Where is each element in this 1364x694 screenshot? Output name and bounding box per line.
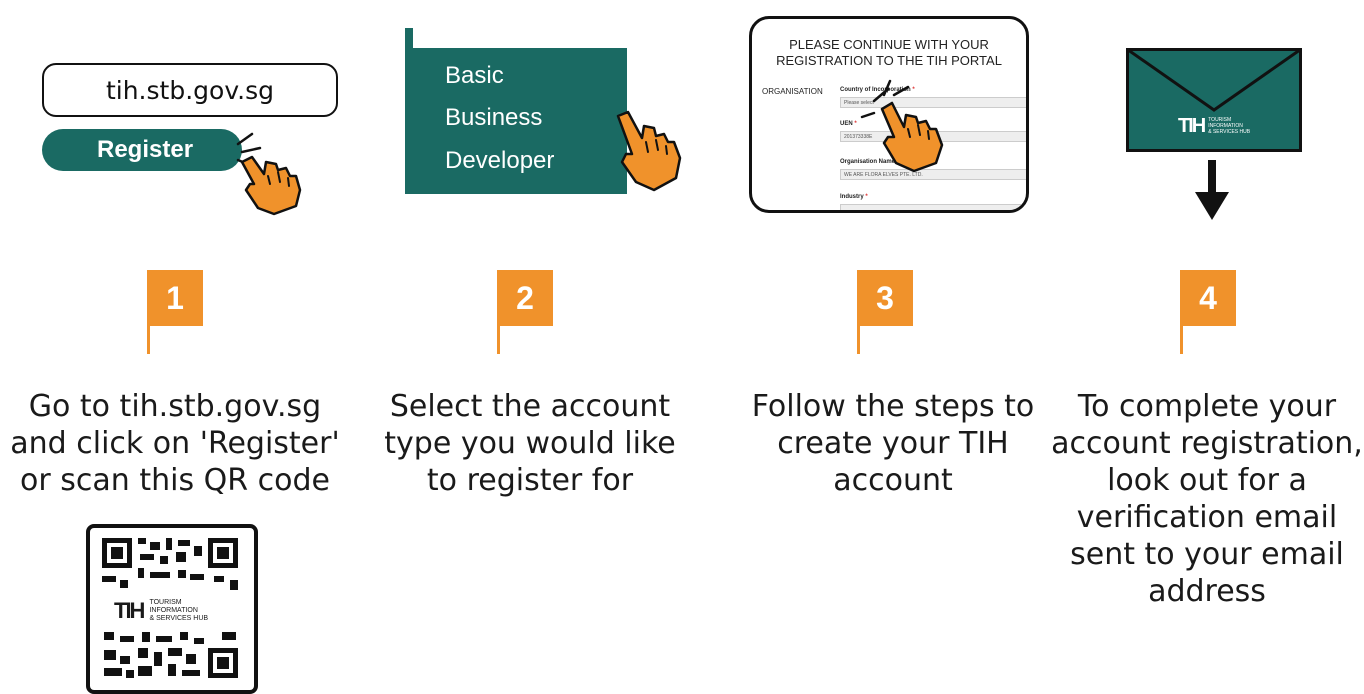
step-2-line: to register for — [426, 463, 634, 498]
tih-logo-line: INFORMATION — [149, 607, 198, 614]
field-label-text: Industry — [840, 194, 864, 200]
step-1-number: 1 — [147, 270, 203, 326]
step-2-text: Select the account type you would like t… — [365, 388, 695, 499]
tih-logo-line: & SERVICES HUB — [149, 615, 209, 622]
portal-title-line: PLEASE CONTINUE WITH YOUR — [789, 37, 989, 52]
tih-logo-text: TOURISM INFORMATION & SERVICES HUB — [1208, 117, 1250, 135]
step-4-line: address — [1148, 574, 1266, 609]
step-3-line: account — [833, 463, 953, 498]
tih-logo-mark: TIH — [1178, 114, 1206, 137]
step-3-line: Follow the steps to — [751, 389, 1035, 424]
industry-field[interactable] — [840, 204, 1026, 210]
step-1-line: or scan this QR code — [20, 463, 330, 498]
account-type-business[interactable]: Business — [445, 104, 542, 132]
tih-logo-text: TOURISM INFORMATION & SERVICES HUB — [149, 599, 208, 623]
tih-logo: TIH TOURISM INFORMATION & SERVICES HUB — [104, 594, 236, 628]
tih-logo-line: & SERVICES HUB — [1208, 129, 1251, 135]
account-panel-tab — [405, 28, 413, 50]
tih-portal-form: PLEASE CONTINUE WITH YOUR REGISTRATION T… — [749, 16, 1029, 213]
step-1-text: Go to tih.stb.gov.sg and click on 'Regis… — [10, 388, 340, 499]
step-2-line: Select the account — [389, 389, 671, 424]
step-4-line: verification email — [1076, 500, 1338, 535]
step-3-text: Follow the steps to create your TIH acco… — [728, 388, 1058, 499]
qr-code[interactable]: TIH TOURISM INFORMATION & SERVICES HUB — [86, 524, 258, 694]
step-2-line: type you would like — [384, 426, 676, 461]
portal-title-line: REGISTRATION TO THE TIH PORTAL — [776, 53, 1002, 68]
arrow-down-icon — [1195, 160, 1229, 220]
step-3-number: 3 — [857, 270, 913, 326]
url-box[interactable]: tih.stb.gov.sg — [42, 63, 338, 117]
tih-logo-mark: TIH — [114, 598, 145, 623]
step-4-line: account registration, — [1051, 426, 1363, 461]
step-2-number: 2 — [497, 270, 553, 326]
account-type-developer[interactable]: Developer — [445, 147, 554, 175]
step-4-line: look out for a — [1107, 463, 1307, 498]
field-label: Industry * — [840, 194, 868, 200]
pointing-hand-icon — [236, 132, 302, 216]
required-mark: * — [865, 194, 868, 200]
section-label: ORGANISATION — [762, 87, 823, 96]
step-3-line: create your TIH — [777, 426, 1009, 461]
step-1-line: and click on 'Register' — [10, 426, 340, 461]
tih-logo: TIH TOURISM INFORMATION & SERVICES HUB — [1178, 114, 1268, 138]
tih-logo-line: TOURISM — [149, 599, 182, 606]
field-label-text: UEN — [840, 121, 853, 127]
register-label: Register — [97, 136, 194, 163]
pointing-hand-icon — [616, 110, 682, 192]
step-4-number: 4 — [1180, 270, 1236, 326]
pointing-hand-icon — [860, 79, 944, 173]
account-type-basic[interactable]: Basic — [445, 62, 504, 90]
account-type-menu[interactable]: Basic Business Developer — [405, 48, 627, 194]
portal-title: PLEASE CONTINUE WITH YOUR REGISTRATION T… — [752, 37, 1026, 69]
step-4-text: To complete your account registration, l… — [1050, 388, 1364, 610]
step-4-line: sent to your email — [1070, 537, 1344, 572]
step-4-line: To complete your — [1077, 389, 1337, 424]
step-1-line: Go to tih.stb.gov.sg — [28, 389, 322, 424]
envelope-icon: TIH TOURISM INFORMATION & SERVICES HUB — [1126, 48, 1302, 152]
url-text: tih.stb.gov.sg — [105, 75, 275, 105]
